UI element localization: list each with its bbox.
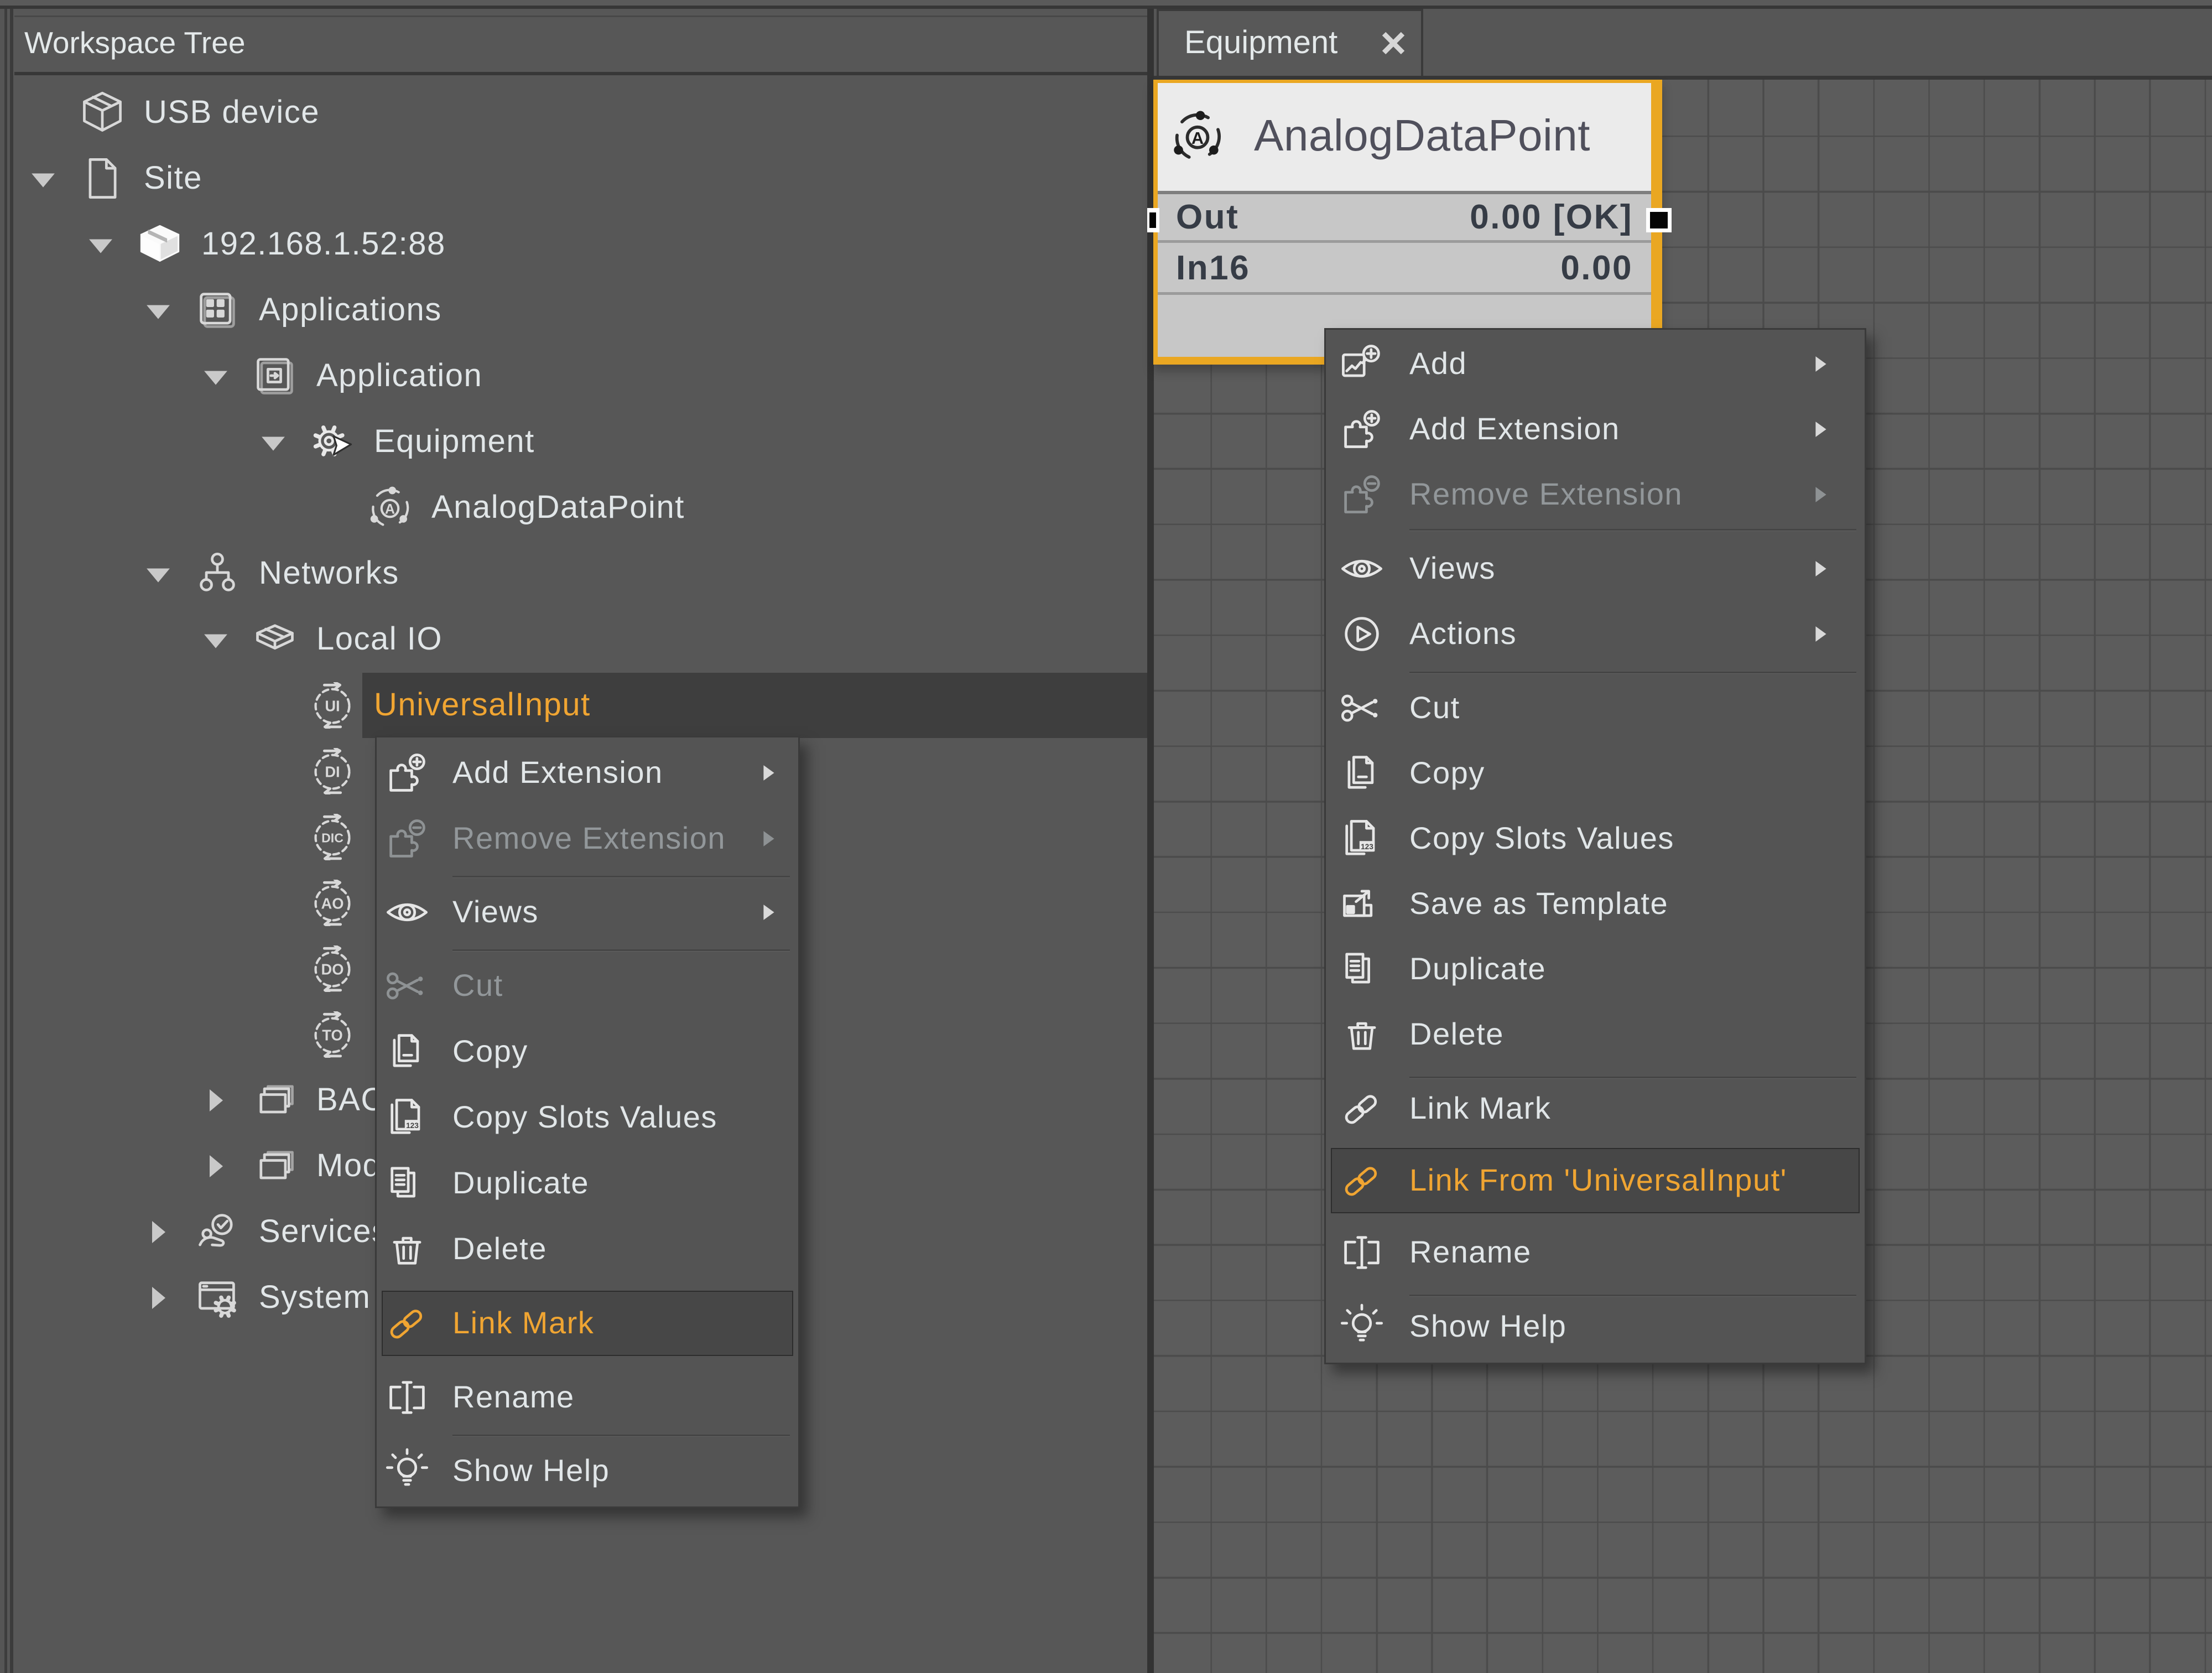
svg-text:DIC: DIC [321,830,343,845]
svg-text:123: 123 [406,1121,419,1130]
svg-text:123: 123 [1361,843,1373,851]
svg-text:UI: UI [325,698,340,715]
svg-text:DI: DI [325,763,340,781]
svg-text:A: A [1191,129,1204,148]
svg-text:TO: TO [322,1027,342,1044]
svg-text:DO: DO [321,961,344,978]
svg-text:A: A [385,502,395,517]
svg-text:AO: AO [321,895,344,912]
